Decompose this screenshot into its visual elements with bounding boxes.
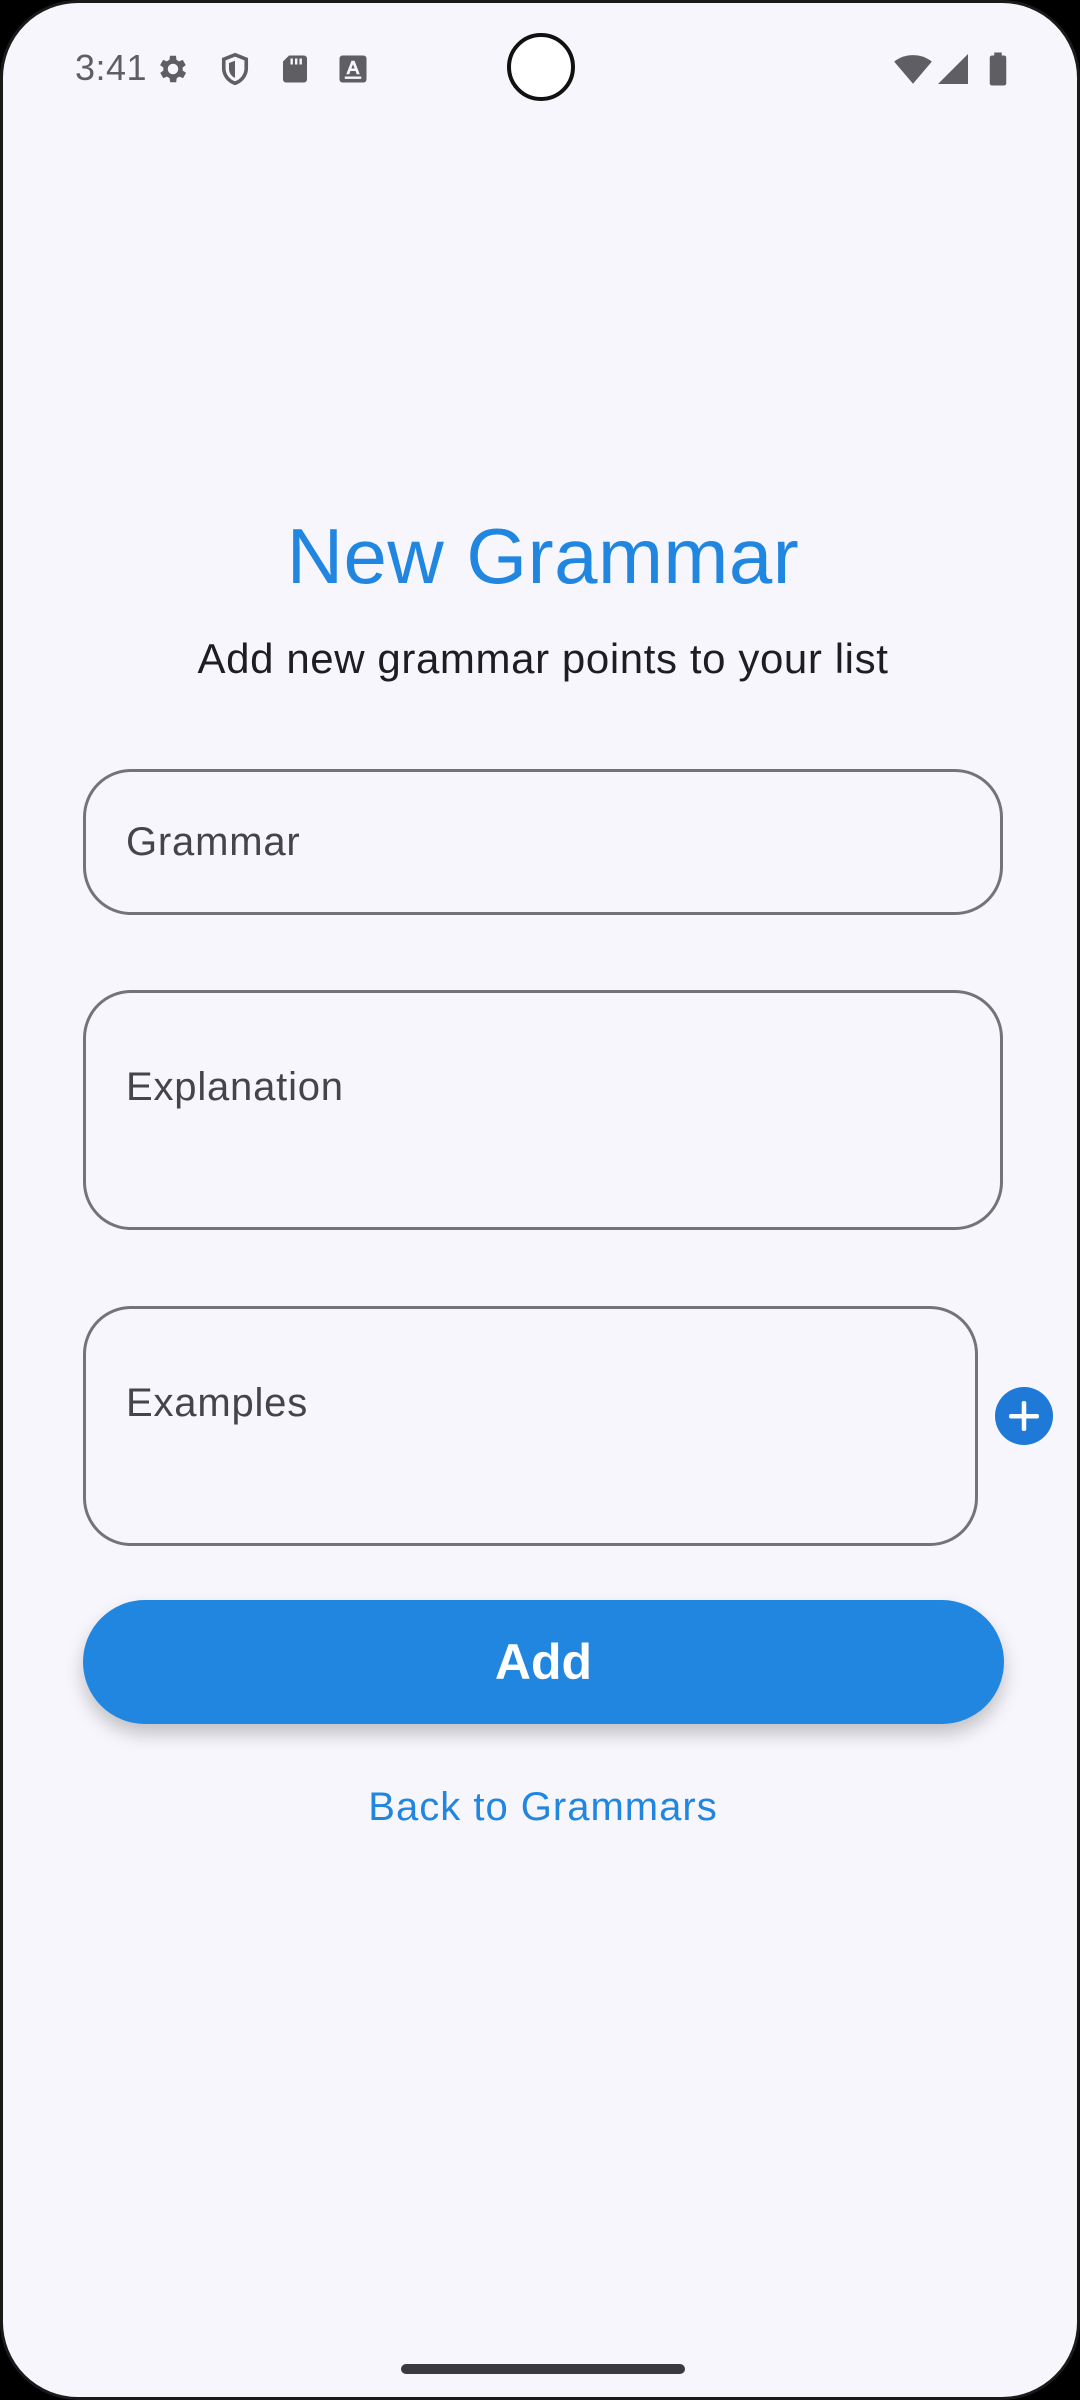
status-time: 3:41 [75, 47, 148, 88]
back-to-grammars-link[interactable]: Back to Grammars [3, 1785, 1077, 1830]
cell-signal-icon [935, 51, 971, 87]
grammar-field[interactable]: Grammar [83, 769, 1003, 915]
status-bar: 3:41 [3, 3, 1077, 133]
home-indicator[interactable] [401, 2364, 685, 2374]
battery-icon [985, 51, 1011, 87]
grammar-field-label: Grammar [126, 820, 301, 864]
sd-card-icon [277, 51, 313, 87]
wifi-icon [893, 51, 933, 87]
examples-field[interactable]: Examples [83, 1306, 978, 1546]
text-icon [335, 51, 371, 87]
settings-icon [155, 51, 191, 87]
plus-circle-icon [1009, 1401, 1039, 1431]
page-title: New Grammar [286, 512, 800, 600]
app-screen: 3:41 New Grammar Add new grammar points … [0, 0, 1080, 2400]
examples-field-label: Examples [126, 1381, 309, 1425]
shield-icon [217, 51, 253, 87]
add-example-button[interactable] [995, 1387, 1053, 1445]
explanation-field[interactable]: Explanation [83, 990, 1003, 1230]
camera-cutout [507, 33, 575, 101]
add-button[interactable]: Add [83, 1600, 1004, 1724]
explanation-field-label: Explanation [126, 1065, 344, 1109]
page-subtitle: Add new grammar points to your list [197, 635, 889, 682]
